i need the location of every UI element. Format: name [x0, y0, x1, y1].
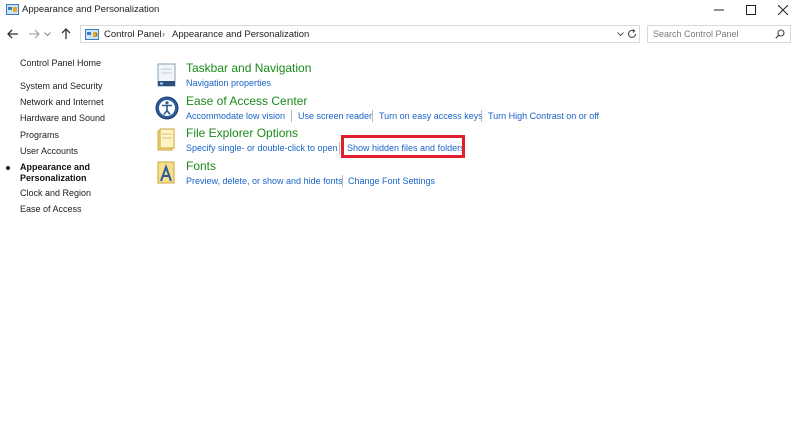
breadcrumb-separator-icon: ›: [95, 29, 98, 39]
link-turn-high-contrast[interactable]: Turn High Contrast on or off: [488, 111, 599, 121]
link-separator: [481, 110, 482, 122]
maximize-icon: [746, 5, 756, 15]
sidebar-item-programs[interactable]: Programs: [20, 130, 59, 140]
active-bullet-icon: [6, 166, 10, 170]
category-taskbar-navigation: Taskbar and Navigation Navigation proper…: [155, 61, 795, 91]
highlight-box: [341, 135, 465, 158]
back-arrow-icon: [7, 29, 18, 39]
sidebar-item-appearance-active: Appearance and Personalization: [20, 162, 91, 183]
up-button[interactable]: [58, 26, 74, 42]
window-title: Appearance and Personalization: [22, 4, 160, 15]
up-arrow-icon: [61, 28, 71, 39]
sidebar-item-clock-region[interactable]: Clock and Region: [20, 188, 91, 198]
link-specify-click-to-open[interactable]: Specify single- or double-click to open: [186, 143, 338, 153]
link-separator: [372, 110, 373, 122]
control-panel-app-icon: [6, 4, 19, 15]
search-icon[interactable]: [775, 29, 785, 39]
breadcrumb-control-panel[interactable]: Control Panel: [104, 29, 162, 40]
sidebar-item-system-security[interactable]: System and Security: [20, 81, 103, 91]
refresh-icon[interactable]: [627, 29, 637, 39]
link-separator: [291, 110, 292, 122]
link-navigation-properties[interactable]: Navigation properties: [186, 78, 271, 88]
category-title-fonts[interactable]: Fonts: [186, 159, 216, 173]
forward-button[interactable]: [26, 26, 42, 42]
sidebar-home-link[interactable]: Control Panel Home: [20, 58, 101, 68]
link-turn-on-easy-access-keys[interactable]: Turn on easy access keys: [379, 111, 483, 121]
search-placeholder: Search Control Panel: [653, 29, 739, 39]
link-preview-fonts[interactable]: Preview, delete, or show and hide fonts: [186, 176, 343, 186]
minimize-button[interactable]: [703, 0, 735, 20]
maximize-button[interactable]: [735, 0, 767, 20]
category-title-file-explorer[interactable]: File Explorer Options: [186, 126, 298, 140]
folder-options-icon: [157, 128, 175, 151]
link-change-font-settings[interactable]: Change Font Settings: [348, 176, 435, 186]
chevron-down-icon: [43, 31, 51, 36]
category-file-explorer-options: File Explorer Options Specify single- or…: [155, 126, 795, 156]
address-bar[interactable]: › Control Panel › Appearance and Persona…: [80, 25, 640, 43]
search-box[interactable]: Search Control Panel: [647, 25, 791, 43]
title-bar: Appearance and Personalization: [0, 0, 800, 22]
address-row: › Control Panel › Appearance and Persona…: [0, 22, 800, 46]
link-accommodate-low-vision[interactable]: Accommodate low vision: [186, 111, 285, 121]
link-separator: [339, 142, 340, 154]
address-dropdown-icon[interactable]: [617, 32, 624, 37]
sidebar-item-ease-of-access[interactable]: Ease of Access: [20, 204, 82, 214]
forward-arrow-icon: [29, 29, 40, 39]
sidebar-item-hardware-sound[interactable]: Hardware and Sound: [20, 113, 105, 123]
back-button[interactable]: [5, 26, 21, 42]
sidebar-item-network-internet[interactable]: Network and Internet: [20, 97, 104, 107]
taskbar-icon: [157, 63, 176, 87]
link-use-screen-reader[interactable]: Use screen reader: [298, 111, 372, 121]
category-fonts: Fonts Preview, delete, or show and hide …: [155, 159, 795, 189]
category-ease-of-access: Ease of Access Center Accommodate low vi…: [155, 94, 795, 124]
recent-locations-button[interactable]: [42, 26, 52, 42]
category-title-taskbar[interactable]: Taskbar and Navigation: [186, 61, 311, 75]
link-separator: [342, 175, 343, 187]
fonts-icon: [157, 161, 175, 184]
breadcrumb-separator-icon: ›: [162, 29, 165, 39]
ease-of-access-icon: [155, 96, 179, 120]
breadcrumb-appearance[interactable]: Appearance and Personalization: [172, 29, 309, 40]
category-title-ease-of-access[interactable]: Ease of Access Center: [186, 94, 307, 108]
close-button[interactable]: [767, 0, 799, 20]
close-icon: [778, 5, 788, 15]
sidebar-item-user-accounts[interactable]: User Accounts: [20, 146, 78, 156]
minimize-icon: [714, 9, 724, 11]
